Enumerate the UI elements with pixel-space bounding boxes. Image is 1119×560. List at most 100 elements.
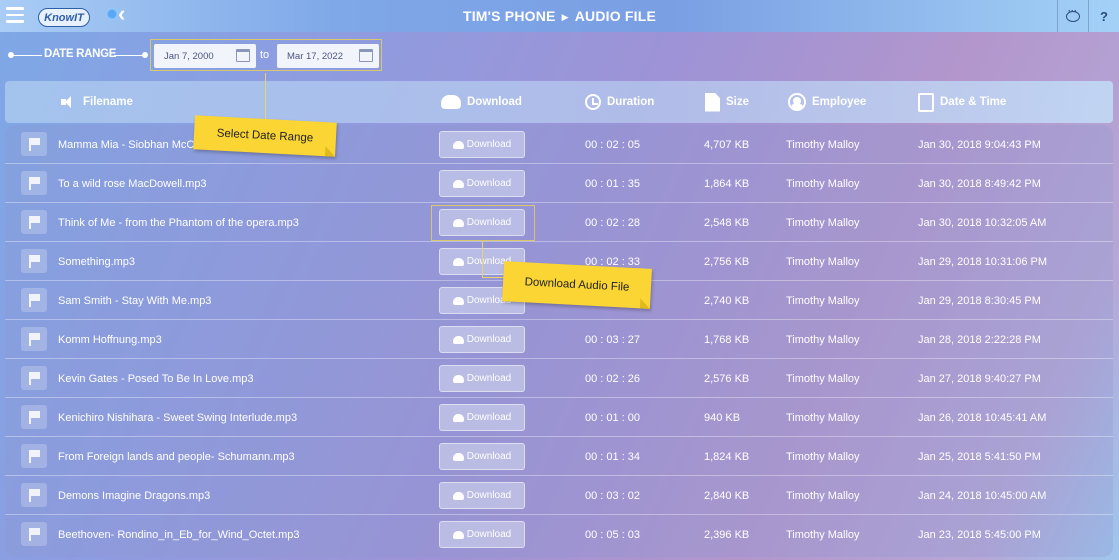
datetime-cell: Jan 29, 2018 10:31:06 PM [918,255,1048,268]
help-button[interactable]: ? [1088,0,1119,32]
cloud-download-icon [452,530,464,539]
column-datetime[interactable]: Date & Time [918,81,1006,123]
calendar-icon[interactable] [236,49,250,62]
size-cell: 1,768 KB [704,333,750,346]
download-button[interactable]: Download [439,404,525,431]
download-callout-line-v [482,241,483,278]
filename-cell: From Foreign lands and people- Schumann.… [58,450,295,463]
cloud-download-icon [452,413,464,422]
employee-cell: Timothy Malloy [786,255,860,268]
flag-icon[interactable] [21,522,47,546]
size-cell: 2,840 KB [704,489,750,502]
download-button[interactable]: Download [439,365,525,392]
column-download[interactable]: Download [441,81,522,123]
filename-cell: Something.mp3 [58,255,136,268]
flag-icon[interactable] [21,288,47,312]
size-cell: 1,864 KB [704,177,750,190]
range-line-left [12,55,42,56]
to-label: to [260,49,270,61]
datetime-cell: Jan 30, 2018 10:32:05 AM [918,216,1047,229]
employee-cell: Timothy Malloy [786,138,860,151]
range-line-right [114,55,144,56]
filename-cell: Demons Imagine Dragons.mp3 [58,489,211,502]
table-row[interactable]: Beethoven- Rondino_in_Eb_for_Wind_Octet.… [5,515,1113,554]
cloud-download-icon [452,374,464,383]
status-dot-icon [106,8,118,20]
table-row[interactable]: Kenichiro Nishihara - Sweet Swing Interl… [5,398,1113,437]
download-button[interactable]: Download [439,443,525,470]
table-row[interactable]: To a wild rose MacDowell.mp3 Download 00… [5,164,1113,203]
flag-icon[interactable] [21,327,47,351]
size-cell: 2,576 KB [704,372,750,385]
download-button[interactable]: Download [439,170,525,197]
flag-icon[interactable] [21,249,47,273]
size-cell: 2,740 KB [704,294,750,307]
date-range-filter: DATE RANGE Jan 7, 2000 to Mar 17, 2022 [0,37,400,73]
file-icon [705,92,720,112]
chat-button[interactable] [1057,0,1088,32]
table-row[interactable]: From Foreign lands and people- Schumann.… [5,437,1113,476]
download-button[interactable]: Download [439,521,525,548]
speaker-icon [61,96,77,108]
table-row[interactable]: Kevin Gates - Posed To Be In Love.mp3 Do… [5,359,1113,398]
datetime-cell: Jan 25, 2018 5:41:50 PM [918,450,1041,463]
table-header: Filename Download Duration Size Employee… [5,81,1113,123]
datetime-cell: Jan 28, 2018 2:22:28 PM [918,333,1041,346]
flag-icon[interactable] [21,171,47,195]
knowit-logo: KnowIT [38,8,90,27]
date-range-callout-line [265,73,266,121]
cloud-download-icon [452,257,464,266]
column-size[interactable]: Size [705,81,749,123]
back-chevron-icon[interactable]: ‹ [118,3,125,25]
download-button[interactable]: Download [439,482,525,509]
flag-icon[interactable] [21,210,47,234]
table-row[interactable]: Mamma Mia - Siobhan McCa Download 00 : 0… [5,125,1113,164]
download-button[interactable]: Download [439,326,525,353]
filename-cell: Kevin Gates - Posed To Be In Love.mp3 [58,372,254,385]
chat-icon [1066,6,1080,22]
table-row[interactable]: Komm Hoffnung.mp3 Download 00 : 03 : 27 … [5,320,1113,359]
cloud-download-icon [452,491,464,500]
employee-cell: Timothy Malloy [786,177,860,190]
column-employee[interactable]: Employee [788,81,866,123]
employee-cell: Timothy Malloy [786,294,860,307]
top-bar: KnowIT ‹ TIM'S PHONE ▶ AUDIO FILE ? [0,0,1119,32]
employee-cell: Timothy Malloy [786,528,860,541]
employee-cell: Timothy Malloy [786,411,860,424]
end-date-input[interactable]: Mar 17, 2022 [277,44,379,68]
start-date-input[interactable]: Jan 7, 2000 [154,44,256,68]
cloud-download-icon [441,95,461,109]
filename-cell: Think of Me - from the Phantom of the op… [58,216,299,229]
size-cell: 940 KB [704,411,741,424]
size-cell: 2,548 KB [704,216,750,229]
duration-cell: 00 : 05 : 03 [585,528,641,541]
column-duration[interactable]: Duration [585,81,654,123]
duration-cell: 00 : 01 : 34 [585,450,641,463]
table-row[interactable]: Think of Me - from the Phantom of the op… [5,203,1113,242]
menu-icon[interactable] [6,7,24,23]
flag-icon[interactable] [21,444,47,468]
calendar-icon[interactable] [359,49,373,62]
table-row[interactable]: Demons Imagine Dragons.mp3 Download 00 :… [5,476,1113,515]
duration-cell: 00 : 02 : 05 [585,138,641,151]
filename-cell: To a wild rose MacDowell.mp3 [58,177,207,190]
cloud-download-icon [452,140,464,149]
employee-cell: Timothy Malloy [786,216,860,229]
duration-cell: 00 : 03 : 27 [585,333,641,346]
download-button[interactable]: Download [439,131,525,158]
datetime-cell: Jan 27, 2018 9:40:27 PM [918,372,1041,385]
cloud-download-icon [452,296,464,305]
flag-icon[interactable] [21,366,47,390]
column-filename[interactable]: Filename [61,81,133,123]
clock-icon [585,94,601,110]
cloud-download-icon [452,179,464,188]
flag-icon[interactable] [21,405,47,429]
flag-icon[interactable] [21,132,47,156]
flag-icon[interactable] [21,483,47,507]
breadcrumb-arrow-icon: ▶ [561,12,569,22]
size-cell: 4,707 KB [704,138,750,151]
section-name: AUDIO FILE [574,8,657,24]
employee-cell: Timothy Malloy [786,450,860,463]
employee-cell: Timothy Malloy [786,372,860,385]
employee-cell: Timothy Malloy [786,489,860,502]
